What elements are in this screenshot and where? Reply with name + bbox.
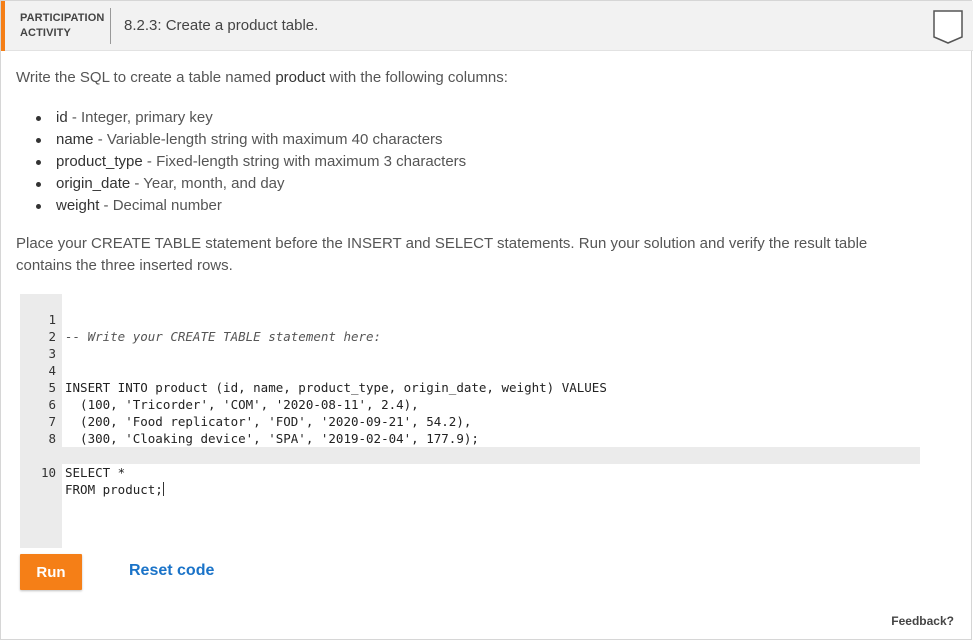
participation-activity: PARTICIPATION ACTIVITY 8.2.3: Create a p…	[0, 0, 973, 640]
code-line[interactable]: 9 SELECT *	[20, 430, 920, 480]
column-name: product_type	[56, 153, 143, 170]
column-list: id - Integer, primary key name - Variabl…	[34, 107, 466, 217]
prompt-text: Write the SQL to create a table named pr…	[16, 69, 508, 86]
column-desc: - Year, month, and day	[130, 175, 285, 192]
instructions-text: Place your CREATE TABLE statement before…	[16, 235, 868, 274]
participation-activity-label: PARTICIPATION ACTIVITY	[20, 11, 110, 41]
prompt-table-name: product	[275, 69, 326, 86]
label-line-1: PARTICIPATION	[20, 12, 105, 24]
run-button[interactable]: Run	[20, 554, 82, 590]
code-line[interactable]: 3	[20, 328, 920, 361]
bookmark-icon[interactable]	[932, 9, 964, 45]
code-line[interactable]: 6 (200, 'Food replicator', 'FOD', '2020-…	[20, 379, 920, 429]
column-name: name	[56, 131, 94, 148]
code-line[interactable]: 1 -- Write your CREATE TABLE statement h…	[20, 294, 920, 344]
header-accent-bar	[1, 1, 5, 51]
activity-header: PARTICIPATION ACTIVITY 8.2.3: Create a p…	[1, 1, 973, 51]
prompt-after: with the following columns:	[325, 69, 508, 86]
code-line[interactable]: 7 (300, 'Cloaking device', 'SPA', '2019-…	[20, 396, 920, 446]
list-item: origin_date - Year, month, and day	[34, 173, 466, 195]
reset-code-button[interactable]: Reset code	[129, 562, 214, 580]
code-text[interactable]: SELECT *	[65, 464, 125, 481]
code-text-content[interactable]: FROM product;	[65, 482, 163, 497]
code-line-active[interactable]: 10 FROM product;	[20, 447, 920, 497]
list-item: name - Variable-length string with maxim…	[34, 129, 466, 151]
column-desc: - Integer, primary key	[67, 109, 213, 126]
code-editor[interactable]: 1 -- Write your CREATE TABLE statement h…	[20, 294, 920, 548]
text-cursor	[162, 482, 164, 496]
line-number: 10	[40, 465, 56, 480]
column-desc: - Fixed-length string with maximum 3 cha…	[142, 153, 467, 170]
column-name: weight	[56, 197, 100, 214]
header-divider	[110, 8, 111, 44]
list-item: id - Integer, primary key	[34, 107, 466, 129]
column-name: origin_date	[56, 175, 131, 192]
code-line[interactable]: 8	[20, 413, 920, 446]
column-desc: - Variable-length string with maximum 40…	[93, 131, 443, 148]
prompt-before: Write the SQL to create a table named	[16, 69, 276, 86]
column-desc: - Decimal number	[99, 197, 222, 214]
list-item: product_type - Fixed-length string with …	[34, 151, 466, 173]
code-text[interactable]: FROM product;	[65, 481, 164, 498]
activity-title: 8.2.3: Create a product table.	[124, 17, 319, 34]
code-line[interactable]: 2	[20, 311, 920, 344]
feedback-link[interactable]: Feedback?	[891, 614, 954, 628]
label-line-2: ACTIVITY	[20, 27, 71, 39]
column-name: id	[56, 109, 68, 126]
code-line[interactable]: 5 (100, 'Tricorder', 'COM', '2020-08-11'…	[20, 362, 920, 412]
code-line[interactable]: 4 INSERT INTO product (id, name, product…	[20, 345, 920, 395]
list-item: weight - Decimal number	[34, 195, 466, 217]
